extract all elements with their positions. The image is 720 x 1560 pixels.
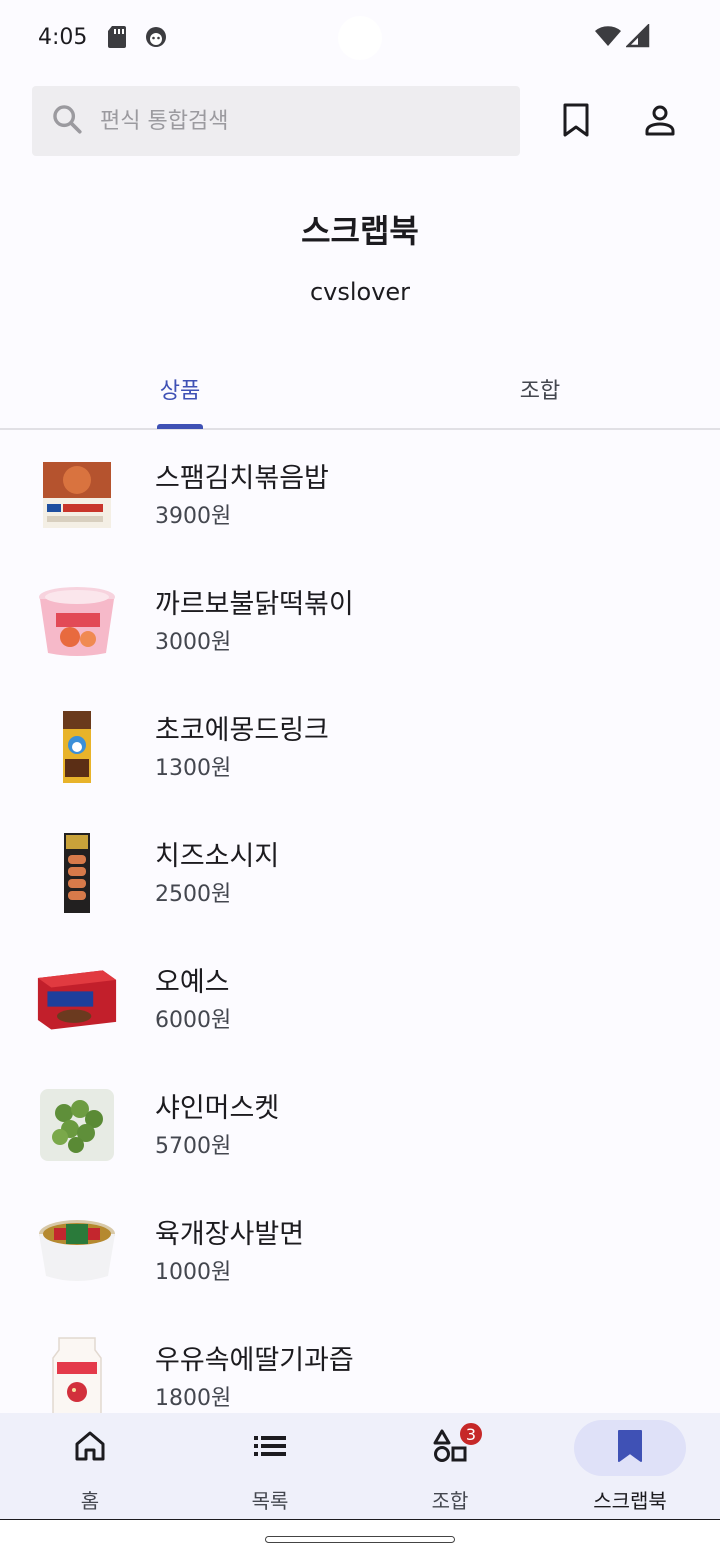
notification-badge: 3: [458, 1421, 484, 1447]
home-icon: [73, 1430, 107, 1466]
bookmark-icon: [617, 1429, 643, 1467]
nav-label: 홈: [80, 1489, 100, 1513]
cellular-signal-icon: [624, 22, 650, 52]
nav-label: 스크랩북: [593, 1489, 667, 1513]
search-input[interactable]: [100, 108, 480, 134]
status-time: 4:05: [38, 24, 88, 50]
person-icon: [643, 103, 677, 141]
list-item[interactable]: 스팸김치볶음밥 3900원: [0, 432, 720, 558]
nav-icon-container: [34, 1420, 146, 1476]
product-image: [36, 832, 118, 914]
search-bar[interactable]: [32, 86, 520, 156]
product-image: [36, 454, 118, 536]
product-price: 5700원: [155, 1134, 232, 1159]
top-app-bar: [0, 86, 720, 158]
product-name: 우유속에딸기과즙: [155, 1345, 354, 1376]
product-image: [36, 1210, 118, 1292]
list-item[interactable]: 우유속에딸기과즙 1800원: [0, 1314, 720, 1413]
list-item[interactable]: 치즈소시지 2500원: [0, 810, 720, 936]
camera-cutout: [338, 16, 382, 60]
product-price: 2500원: [155, 882, 232, 907]
product-price: 3000원: [155, 630, 232, 655]
product-list[interactable]: 스팸김치볶음밥 3900원 까르보불닭떡볶이 3000원 초코에몽드링크 130…: [0, 432, 720, 1413]
product-price: 1300원: [155, 756, 232, 781]
nav-icon-container: [214, 1420, 326, 1476]
product-price: 1800원: [155, 1386, 232, 1411]
product-price: 6000원: [155, 1008, 232, 1033]
status-indicators: [594, 22, 650, 52]
tab-combos[interactable]: 조합: [360, 350, 720, 428]
system-navigation-bar: [0, 1519, 720, 1560]
product-name: 오예스: [155, 967, 230, 998]
nav-label: 목록: [251, 1489, 289, 1513]
list-item[interactable]: 샤인머스켓 5700원: [0, 1062, 720, 1188]
list-item[interactable]: 까르보불닭떡볶이 3000원: [0, 558, 720, 684]
tab-products[interactable]: 상품: [0, 350, 360, 428]
product-price: 1000원: [155, 1260, 232, 1285]
tab-indicator: [157, 424, 203, 429]
username: cvslover: [309, 278, 411, 306]
list-item[interactable]: 초코에몽드링크 1300원: [0, 684, 720, 810]
nav-icon-container: [574, 1420, 686, 1476]
product-name: 초코에몽드링크: [155, 715, 329, 746]
product-price: 3900원: [155, 504, 232, 529]
list-item[interactable]: 육개장사발면 1000원: [0, 1188, 720, 1314]
sd-card-icon: [105, 24, 131, 50]
bottom-navigation: 홈 목록 3 조합 스크랩북: [0, 1413, 720, 1519]
product-image: [36, 1336, 118, 1413]
bookmark-outline-icon: [561, 102, 591, 142]
list-item[interactable]: 오예스 6000원: [0, 936, 720, 1062]
product-image: [36, 706, 118, 788]
product-name: 치즈소시지: [155, 841, 280, 872]
product-image: [36, 1084, 118, 1166]
wifi-icon: [594, 24, 622, 52]
product-image: [36, 958, 118, 1040]
product-name: 육개장사발면: [155, 1219, 305, 1250]
nav-combos[interactable]: 3 조합: [360, 1413, 540, 1519]
nav-list[interactable]: 목록: [180, 1413, 360, 1519]
nav-home[interactable]: 홈: [0, 1413, 180, 1519]
product-name: 스팸김치볶음밥: [155, 463, 329, 494]
nav-scrapbook[interactable]: 스크랩북: [540, 1413, 720, 1519]
product-name: 까르보불닭떡볶이: [155, 589, 354, 620]
tab-row: 상품 조합: [0, 350, 720, 430]
account-button[interactable]: [638, 100, 682, 144]
page-title: 스크랩북: [301, 212, 419, 250]
home-indicator[interactable]: [265, 1536, 455, 1543]
search-icon: [50, 102, 84, 140]
bookmark-button[interactable]: [554, 100, 598, 144]
product-image: [36, 580, 118, 662]
face-notification-icon: [143, 24, 169, 50]
list-icon: [253, 1434, 287, 1462]
nav-icon-container: [394, 1420, 506, 1476]
product-name: 샤인머스켓: [155, 1093, 280, 1124]
nav-label: 조합: [431, 1489, 469, 1513]
